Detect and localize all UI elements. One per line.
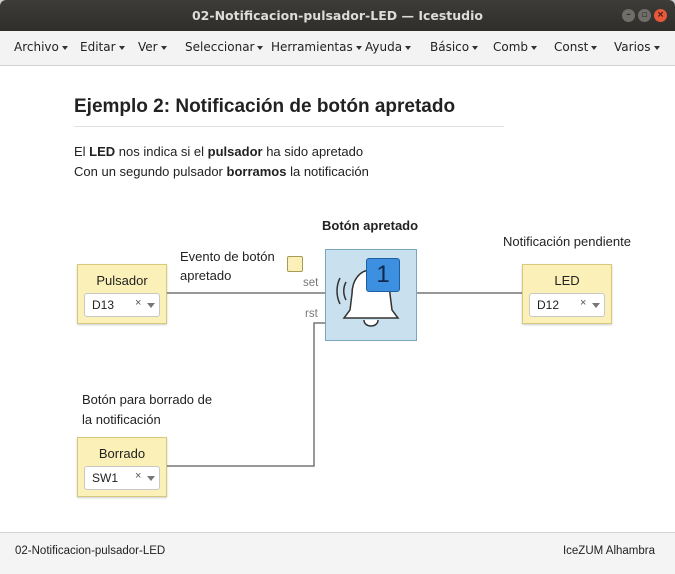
text-run-bold: pulsador	[207, 144, 263, 159]
text-run-bold: borramos	[226, 164, 287, 179]
dropdown-arrow-icon[interactable]	[592, 303, 600, 308]
input-block-borrado[interactable]: Borrado SW1 ×	[77, 437, 167, 497]
app-window: 02-Notificacion-pulsador-LED — Icestudio…	[0, 0, 675, 574]
status-bar: 02-Notificacion-pulsador-LED IceZUM Alha…	[0, 532, 675, 574]
pin-select[interactable]: D13 ×	[84, 293, 160, 317]
pin-value: D13	[92, 298, 115, 312]
event-label-2: apretado	[180, 268, 232, 283]
block-name: Borrado	[98, 446, 146, 461]
clear-icon[interactable]: ×	[135, 297, 141, 309]
port-label-set: set	[303, 277, 319, 289]
text-run: nos indica si el	[115, 144, 208, 159]
project-name: 02-Notificacion-pulsador-LED	[15, 545, 166, 557]
input-block-pulsador[interactable]: Pulsador D13 ×	[77, 264, 167, 324]
pin-select[interactable]: D12 ×	[529, 293, 605, 317]
page-title: Ejemplo 2: Notificación de botón apretad…	[74, 96, 456, 117]
pin-value: D12	[537, 298, 560, 312]
clear-label-1: Botón para borrado de	[82, 392, 213, 407]
output-block-led[interactable]: LED D12 ×	[522, 264, 612, 324]
event-label-1: Evento de botón	[180, 249, 275, 264]
block-title: Botón apretado	[322, 218, 419, 233]
dropdown-arrow-icon[interactable]	[147, 476, 155, 481]
port-label-rst: rst	[305, 308, 318, 320]
notification-badge: 1	[366, 258, 400, 292]
clear-icon[interactable]: ×	[135, 470, 141, 482]
title-divider	[74, 126, 504, 127]
text-run-bold: LED	[89, 144, 116, 159]
text-run: Con un segundo pulsador	[74, 164, 227, 179]
clear-icon[interactable]: ×	[580, 297, 586, 309]
notification-block[interactable]: 1	[325, 249, 417, 341]
block-name: LED	[554, 273, 580, 288]
info-line-2: Con un segundo pulsador borramos la noti…	[74, 164, 369, 179]
clear-label-2: la notificación	[82, 412, 161, 427]
info-line-1: El LED nos indica si el pulsador ha sido…	[74, 144, 363, 159]
small-input-box[interactable]	[287, 256, 303, 272]
block-name: Pulsador	[96, 273, 148, 288]
text-run: la notificación	[286, 164, 369, 179]
notification-label: Notificación pendiente	[503, 234, 631, 249]
dropdown-arrow-icon[interactable]	[147, 303, 155, 308]
board-name[interactable]: IceZUM Alhambra	[563, 545, 655, 557]
text-run: ha sido apretado	[262, 144, 364, 159]
pin-select[interactable]: SW1 ×	[84, 466, 160, 490]
text-run: El	[74, 144, 90, 159]
pin-value: SW1	[92, 471, 119, 485]
